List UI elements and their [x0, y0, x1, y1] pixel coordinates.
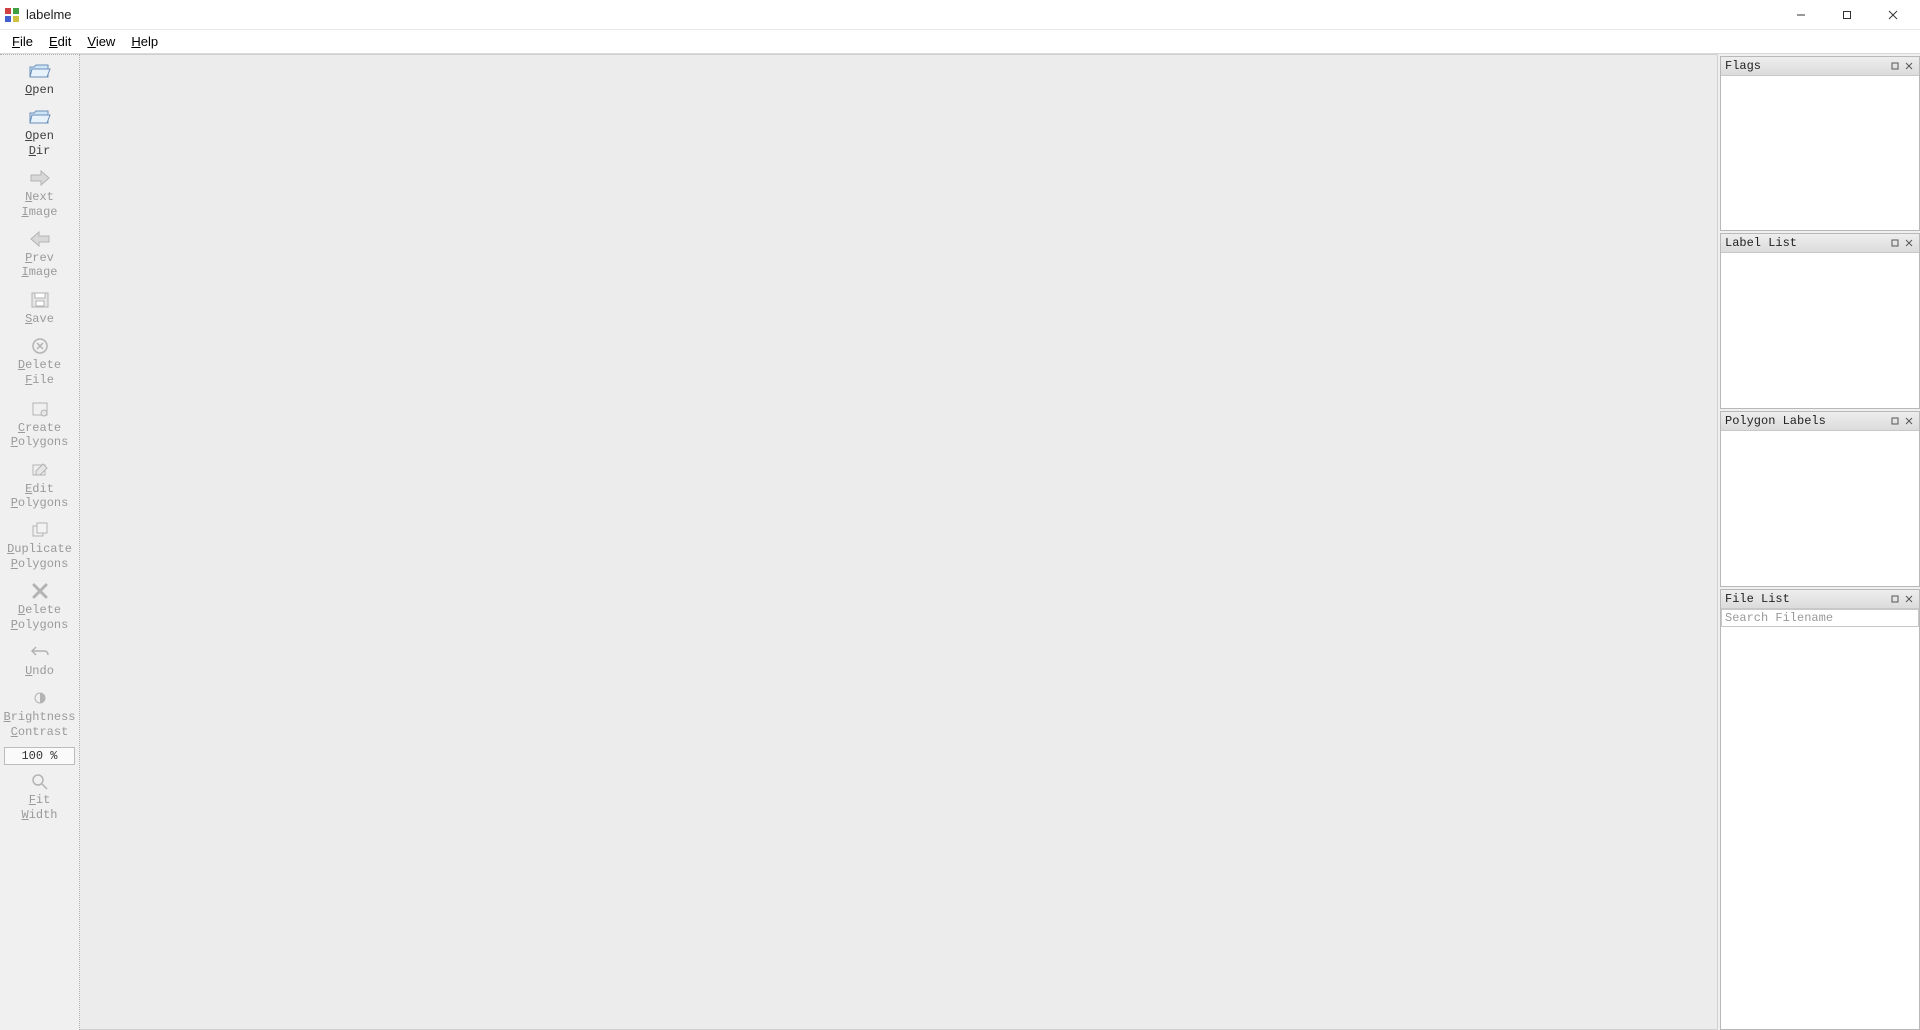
prev-image-label: PrevImage	[21, 251, 57, 280]
delete-file-button[interactable]: DeleteFile	[0, 332, 79, 393]
menu-help[interactable]: Help	[123, 32, 166, 51]
menubar: File Edit View Help	[0, 30, 1920, 54]
flags-panel-title[interactable]: Flags	[1721, 57, 1919, 76]
zoom-input[interactable]: 100 %	[4, 747, 75, 765]
polygon-create-icon	[28, 399, 52, 419]
polygon-labels-panel: Polygon Labels	[1720, 411, 1920, 587]
close-button[interactable]	[1870, 0, 1916, 30]
toolbar: Open OpenDir NextImage PrevImage Save	[0, 54, 80, 1030]
file-search-input[interactable]	[1721, 609, 1919, 627]
menu-file[interactable]: File	[4, 32, 41, 51]
flags-panel-body[interactable]	[1721, 76, 1919, 230]
prev-image-button[interactable]: PrevImage	[0, 225, 79, 286]
flags-panel: Flags	[1720, 56, 1920, 231]
brightness-contrast-label: BrightnessContrast	[3, 710, 75, 739]
dock-float-icon[interactable]	[1889, 60, 1901, 72]
dock-float-icon[interactable]	[1889, 237, 1901, 249]
right-panel-column: Flags Label List	[1720, 54, 1920, 1030]
delete-file-icon	[28, 336, 52, 356]
brightness-icon	[28, 688, 52, 708]
fit-width-icon	[28, 771, 52, 791]
create-polygons-button[interactable]: CreatePolygons	[0, 395, 79, 456]
duplicate-polygons-label: DuplicatePolygons	[7, 542, 72, 571]
label-list-body[interactable]	[1721, 253, 1919, 408]
brightness-contrast-button[interactable]: BrightnessContrast	[0, 684, 79, 745]
file-list-panel-title[interactable]: File List	[1721, 590, 1919, 609]
menu-view[interactable]: View	[79, 32, 123, 51]
content: Open OpenDir NextImage PrevImage Save	[0, 54, 1920, 1030]
dock-close-icon[interactable]	[1903, 593, 1915, 605]
create-polygons-label: CreatePolygons	[11, 421, 69, 450]
undo-button[interactable]: Undo	[0, 638, 79, 684]
dock-close-icon[interactable]	[1903, 237, 1915, 249]
menu-edit[interactable]: Edit	[41, 32, 79, 51]
open-dir-button[interactable]: OpenDir	[0, 103, 79, 164]
dock-close-icon[interactable]	[1903, 60, 1915, 72]
minimize-button[interactable]	[1778, 0, 1824, 30]
arrow-right-icon	[28, 168, 52, 188]
delete-polygons-label: DeletePolygons	[11, 603, 69, 632]
app-icon	[4, 7, 20, 23]
open-dir-label: OpenDir	[25, 129, 54, 158]
dock-close-icon[interactable]	[1903, 415, 1915, 427]
next-image-label: NextImage	[21, 190, 57, 219]
undo-icon	[28, 642, 52, 662]
dock-float-icon[interactable]	[1889, 593, 1901, 605]
dock-float-icon[interactable]	[1889, 415, 1901, 427]
label-list-panel: Label List	[1720, 233, 1920, 409]
edit-polygons-button[interactable]: EditPolygons	[0, 456, 79, 517]
duplicate-icon	[28, 520, 52, 540]
polygon-labels-body[interactable]	[1721, 431, 1919, 586]
delete-x-icon	[28, 581, 52, 601]
next-image-button[interactable]: NextImage	[0, 164, 79, 225]
titlebar: labelme	[0, 0, 1920, 30]
save-label: Save	[25, 312, 54, 326]
file-list-body[interactable]	[1721, 627, 1919, 1029]
folder-open-icon	[28, 107, 52, 127]
polygon-labels-panel-title[interactable]: Polygon Labels	[1721, 412, 1919, 431]
open-button[interactable]: Open	[0, 57, 79, 103]
file-list-panel: File List	[1720, 589, 1920, 1030]
folder-open-icon	[28, 61, 52, 81]
arrow-left-icon	[28, 229, 52, 249]
maximize-button[interactable]	[1824, 0, 1870, 30]
label-list-panel-title[interactable]: Label List	[1721, 234, 1919, 253]
delete-polygons-button[interactable]: DeletePolygons	[0, 577, 79, 638]
app-title: labelme	[26, 7, 72, 22]
delete-file-label: DeleteFile	[18, 358, 61, 387]
undo-label: Undo	[25, 664, 54, 678]
open-label: Open	[25, 83, 54, 97]
floppy-icon	[28, 290, 52, 310]
canvas[interactable]	[80, 54, 1718, 1030]
edit-polygons-label: EditPolygons	[11, 482, 69, 511]
window-controls	[1778, 0, 1916, 30]
fit-width-button[interactable]: FitWidth	[0, 767, 79, 828]
duplicate-polygons-button[interactable]: DuplicatePolygons	[0, 516, 79, 577]
zoom-value: 100 %	[21, 749, 57, 763]
save-button[interactable]: Save	[0, 286, 79, 332]
fit-width-label: FitWidth	[21, 793, 57, 822]
polygon-edit-icon	[28, 460, 52, 480]
